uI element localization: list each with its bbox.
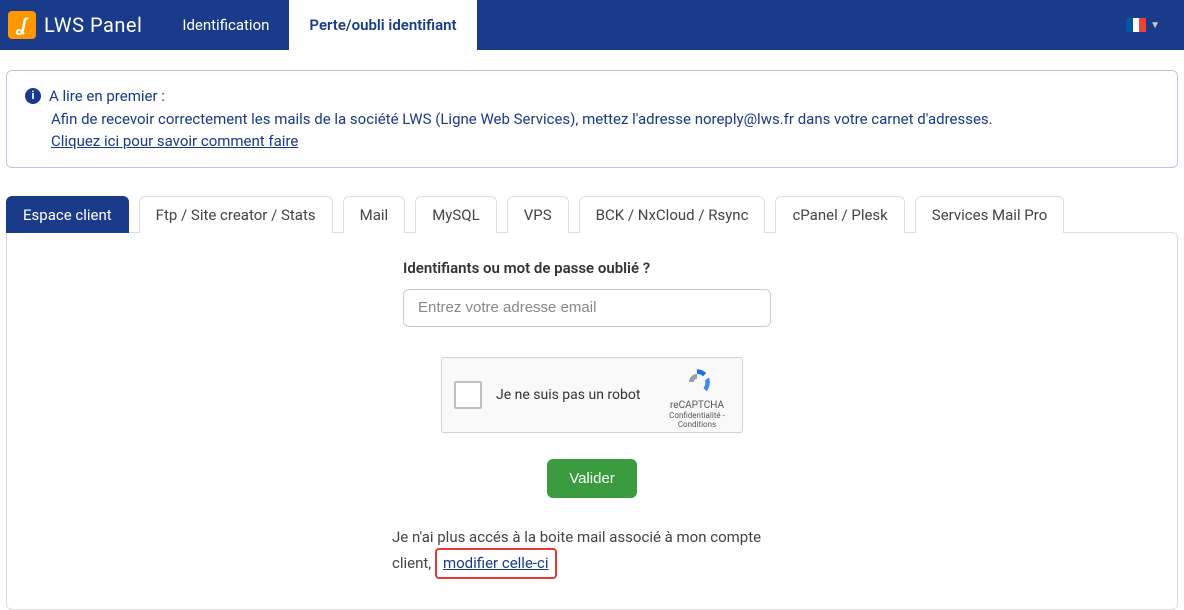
recaptcha-icon bbox=[681, 366, 713, 398]
logo[interactable]: ʆ LWS Panel bbox=[8, 11, 142, 39]
modify-email-link[interactable]: modifier celle-ci bbox=[435, 548, 557, 579]
language-selector[interactable]: ▼ bbox=[1126, 18, 1176, 32]
info-body: Afin de recevoir correctement les mails … bbox=[25, 108, 1159, 131]
navbar: ʆ LWS Panel Identification Perte/oubli i… bbox=[0, 0, 1184, 50]
info-box: i A lire en premier : Afin de recevoir c… bbox=[6, 70, 1178, 168]
logo-icon: ʆ bbox=[8, 11, 36, 39]
tab-services-mail-pro[interactable]: Services Mail Pro bbox=[915, 196, 1064, 233]
tab-ftp[interactable]: Ftp / Site creator / Stats bbox=[139, 196, 333, 233]
nav-tab-identification[interactable]: Identification bbox=[162, 0, 289, 50]
nav-tabs: Identification Perte/oubli identifiant bbox=[162, 0, 476, 50]
info-link[interactable]: Cliquez ici pour savoir comment faire bbox=[51, 132, 298, 150]
info-icon: i bbox=[25, 88, 41, 104]
tab-mysql[interactable]: MySQL bbox=[415, 196, 497, 233]
recaptcha-label: Je ne suis pas un robot bbox=[496, 387, 640, 403]
submit-button[interactable]: Valider bbox=[547, 459, 637, 498]
email-input[interactable] bbox=[403, 289, 771, 327]
tab-mail[interactable]: Mail bbox=[343, 196, 406, 233]
info-title: A lire en premier : bbox=[49, 85, 165, 108]
tab-cpanel[interactable]: cPanel / Plesk bbox=[775, 196, 904, 233]
no-access-text: Je n'ai plus accés à la boite mail assoc… bbox=[392, 526, 792, 579]
recaptcha-checkbox[interactable] bbox=[454, 381, 482, 409]
tab-vps[interactable]: VPS bbox=[507, 196, 569, 233]
content-panel: Identifiants ou mot de passe oublié ? Je… bbox=[6, 232, 1178, 610]
nav-tab-perte[interactable]: Perte/oubli identifiant bbox=[289, 0, 476, 50]
caret-down-icon: ▼ bbox=[1150, 20, 1160, 31]
service-tabs: Espace client Ftp / Site creator / Stats… bbox=[6, 196, 1178, 233]
form-label: Identifiants ou mot de passe oublié ? bbox=[403, 259, 781, 277]
recaptcha: Je ne suis pas un robot reCAPTCHA Confid… bbox=[441, 357, 743, 433]
recaptcha-links[interactable]: Confidentialité - Conditions bbox=[662, 411, 732, 429]
logo-text: LWS Panel bbox=[44, 13, 142, 37]
tab-bck[interactable]: BCK / NxCloud / Rsync bbox=[579, 196, 766, 233]
recaptcha-brand: reCAPTCHA bbox=[662, 400, 732, 411]
tab-espace-client[interactable]: Espace client bbox=[6, 196, 129, 233]
flag-icon bbox=[1126, 18, 1146, 32]
